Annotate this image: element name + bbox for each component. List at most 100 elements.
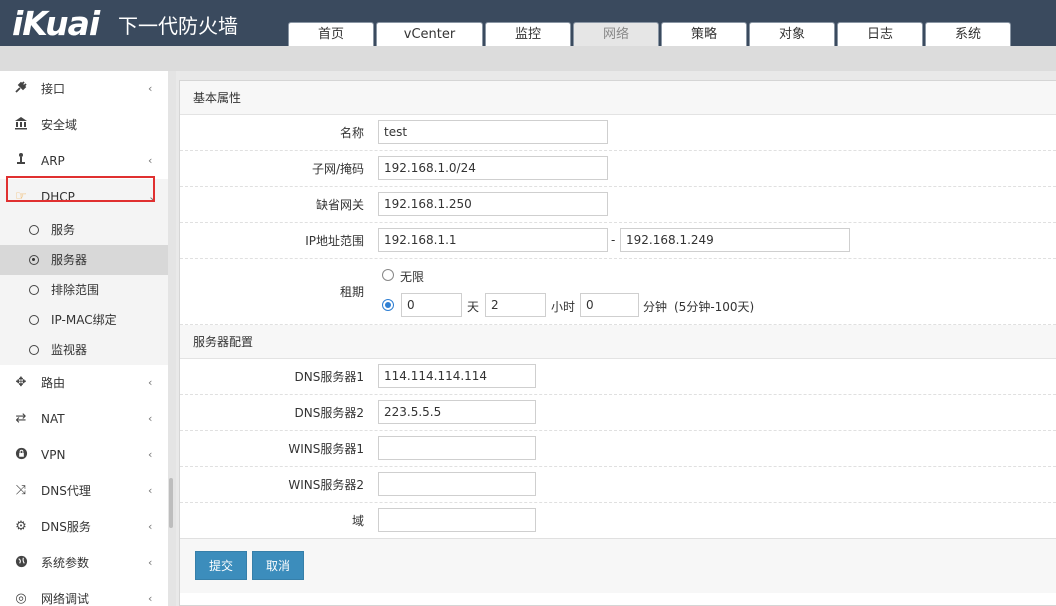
chevron-left-icon: ‹: [148, 154, 153, 167]
sidebar-item-interface[interactable]: 接口 ‹: [0, 71, 168, 107]
lock-icon: [13, 437, 29, 473]
days-unit: 天: [467, 300, 480, 314]
hours-unit: 小时: [551, 300, 576, 314]
hand-point-icon: ☞: [15, 189, 27, 204]
form-row-subnet: 子网/掩码: [180, 151, 1056, 187]
tab-home[interactable]: 首页: [288, 22, 374, 46]
lease-minutes-input[interactable]: [580, 293, 639, 317]
form-row-wins2: WINS服务器2: [180, 467, 1056, 503]
sidebar-subitem-label: 监视器: [51, 343, 88, 357]
domain-input[interactable]: [378, 508, 536, 532]
sidebar-subitem-service[interactable]: 服务: [0, 215, 168, 245]
target-icon: ◎: [15, 591, 27, 606]
dns1-input[interactable]: [378, 364, 536, 388]
chevron-left-icon: ‹: [148, 412, 153, 425]
lease-custom-radio[interactable]: [382, 299, 394, 311]
top-header: iKuai 下一代防火墙 首页 vCenter 监控 网络 策略 对象 日志 系…: [0, 0, 1056, 46]
ip-range-label: IP地址范围: [305, 234, 364, 248]
sub-toolbar: [0, 46, 1056, 71]
sidebar-item-label: 路由: [41, 376, 66, 390]
sidebar-item-system-params[interactable]: 系统参数 ‹: [0, 545, 168, 581]
bank-icon: [13, 107, 29, 143]
exchange-icon: ⇄: [15, 411, 27, 426]
chevron-left-icon: ‹: [148, 82, 153, 95]
form-row-name: 名称: [180, 115, 1056, 151]
form-row-dns1: DNS服务器1: [180, 359, 1056, 395]
dhcp-submenu: 服务 服务器 排除范围 IP-MAC绑定 监视器: [0, 215, 168, 365]
sidebar-item-net-debug[interactable]: ◎ 网络调试 ‹: [0, 581, 168, 606]
tab-system[interactable]: 系统: [925, 22, 1011, 46]
move-arrows-icon: ✥: [15, 375, 27, 390]
form-row-ip-range: IP地址范围 -: [180, 223, 1056, 259]
sidebar-subitem-ip-mac-binding[interactable]: IP-MAC绑定: [0, 305, 168, 335]
sidebar-item-label: DNS服务: [41, 520, 91, 534]
dot-circle-icon: [29, 255, 39, 265]
minutes-unit: 分钟: [643, 300, 668, 314]
shuffle-icon: ⤨: [15, 483, 27, 498]
sidebar-item-security-zone[interactable]: 安全域: [0, 107, 168, 143]
sidebar-item-label: DNS代理: [41, 484, 91, 498]
sidebar-item-dhcp[interactable]: ☞ DHCP ⌄: [0, 179, 168, 215]
unlimited-label: 无限: [400, 270, 425, 284]
sidebar-subitem-label: 服务: [51, 223, 76, 237]
circle-icon: [29, 345, 39, 355]
product-title: 下一代防火墙: [118, 14, 238, 38]
sidebar-subitem-monitor[interactable]: 监视器: [0, 335, 168, 365]
circle-icon: [29, 315, 39, 325]
tab-monitor[interactable]: 监控: [485, 22, 571, 46]
domain-label: 域: [351, 514, 364, 528]
form-actions: 提交 取消: [180, 539, 1056, 593]
wins2-input[interactable]: [378, 472, 536, 496]
sidebar-item-nat[interactable]: ⇄ NAT ‹: [0, 401, 168, 437]
sidebar-item-arp[interactable]: ARP ‹: [0, 143, 168, 179]
sidebar-scrollbar-thumb[interactable]: [169, 478, 173, 528]
lease-hint: (5分钟-100天): [674, 300, 755, 314]
form-row-domain: 域: [180, 503, 1056, 539]
lease-label: 租期: [339, 285, 364, 299]
tab-log[interactable]: 日志: [837, 22, 923, 46]
sidebar-item-dns-proxy[interactable]: ⤨ DNS代理 ‹: [0, 473, 168, 509]
wins1-input[interactable]: [378, 436, 536, 460]
dns1-label: DNS服务器1: [294, 370, 364, 384]
cogs-icon: ⚙: [15, 519, 27, 534]
ip-range-end-input[interactable]: [620, 228, 850, 252]
subnet-label: 子网/掩码: [311, 162, 364, 176]
sidebar-item-vpn[interactable]: VPN ‹: [0, 437, 168, 473]
ip-range-start-input[interactable]: [378, 228, 608, 252]
form-row-wins1: WINS服务器1: [180, 431, 1056, 467]
dns2-label: DNS服务器2: [294, 406, 364, 420]
range-separator: -: [611, 233, 616, 247]
subnet-input[interactable]: [378, 156, 608, 180]
lease-days-input[interactable]: [401, 293, 462, 317]
name-label: 名称: [339, 126, 364, 140]
chevron-left-icon: ‹: [148, 448, 153, 461]
lease-unlimited-radio[interactable]: [382, 269, 394, 281]
chevron-left-icon: ‹: [148, 520, 153, 533]
lease-hours-input[interactable]: [485, 293, 546, 317]
cancel-button[interactable]: 取消: [252, 551, 305, 580]
dns2-input[interactable]: [378, 400, 536, 424]
sidebar-item-label: DHCP: [41, 190, 75, 204]
sidebar-item-label: ARP: [41, 154, 65, 168]
sidebar-item-label: 系统参数: [41, 556, 90, 570]
submit-button[interactable]: 提交: [195, 551, 248, 580]
gateway-input[interactable]: [378, 192, 608, 216]
tab-policy[interactable]: 策略: [661, 22, 747, 46]
globe-icon: [13, 545, 29, 581]
tab-network[interactable]: 网络: [573, 22, 659, 46]
server-section-title: 服务器配置: [180, 325, 1056, 359]
sidebar-item-dns-service[interactable]: ⚙ DNS服务 ‹: [0, 509, 168, 545]
circle-icon: [29, 285, 39, 295]
chevron-left-icon: ‹: [148, 376, 153, 389]
sidebar-item-label: 接口: [41, 82, 66, 96]
name-input[interactable]: [378, 120, 608, 144]
circle-icon: [29, 225, 39, 235]
tab-object[interactable]: 对象: [749, 22, 835, 46]
sidebar-subitem-exclude-range[interactable]: 排除范围: [0, 275, 168, 305]
sidebar-subitem-server[interactable]: 服务器: [0, 245, 168, 275]
wins1-label: WINS服务器1: [288, 442, 364, 456]
sidebar-item-label: NAT: [41, 412, 65, 426]
tab-vcenter[interactable]: vCenter: [376, 22, 483, 46]
form-row-lease: 租期 无限 天 小时 分钟 (5分钟-100天): [180, 259, 1056, 325]
sidebar-item-routing[interactable]: ✥ 路由 ‹: [0, 365, 168, 401]
